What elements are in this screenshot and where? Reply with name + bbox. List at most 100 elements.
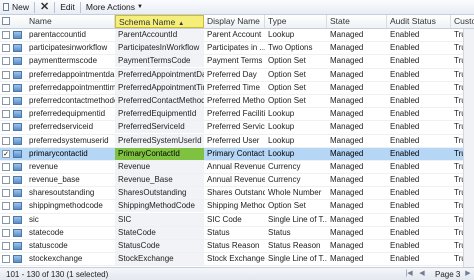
row-checkbox[interactable] bbox=[2, 136, 10, 145]
cell-state: Managed bbox=[330, 148, 364, 158]
row-checkbox[interactable] bbox=[2, 57, 10, 66]
column-header-type[interactable]: Type bbox=[265, 15, 327, 28]
row-checkbox[interactable] bbox=[2, 202, 10, 211]
cell-name: participatesinworkflow bbox=[29, 43, 108, 53]
cell-audit: Enabled bbox=[390, 201, 420, 211]
table-row[interactable]: preferredappointmentda... PreferredAppoin… bbox=[0, 68, 463, 82]
column-header-state[interactable]: State bbox=[327, 15, 387, 28]
row-checkbox[interactable] bbox=[2, 162, 10, 171]
cell-type: Option Set bbox=[268, 201, 306, 211]
toolbar: New ✕ Edit More Actions ▼ bbox=[0, 0, 474, 15]
cell-custom: True bbox=[454, 201, 463, 211]
cell-type: Status Reason bbox=[268, 241, 321, 250]
cell-state: Managed bbox=[330, 201, 364, 211]
table-row[interactable]: participatesinworkflow ParticipatesInWork… bbox=[0, 42, 463, 56]
cell-name: parentaccountid bbox=[29, 30, 86, 39]
cell-state: Managed bbox=[330, 95, 364, 105]
column-header-audit-status[interactable]: Audit Status bbox=[387, 15, 451, 28]
column-header-name[interactable]: Name bbox=[26, 15, 115, 28]
cell-name: sic bbox=[29, 214, 39, 224]
cell-type: Lookup bbox=[268, 30, 295, 39]
table-row[interactable]: sharesoutstanding SharesOutstanding Shares… bbox=[0, 187, 463, 201]
edit-button[interactable]: Edit bbox=[57, 0, 78, 14]
row-checkbox[interactable] bbox=[2, 31, 10, 39]
row-checkbox[interactable] bbox=[2, 44, 10, 53]
table-row[interactable]: preferredsystemuserid PreferredSystemUser… bbox=[0, 134, 463, 148]
row-checkbox[interactable] bbox=[2, 242, 10, 250]
cell-name: preferredserviceid bbox=[29, 122, 94, 132]
cell-audit: Enabled bbox=[390, 30, 420, 39]
cell-state: Managed bbox=[330, 254, 364, 264]
table-row[interactable]: paymenttermscode PaymentTermsCode Payment … bbox=[0, 55, 463, 69]
table-row[interactable]: statuscode StatusCode Status Reason Status … bbox=[0, 240, 463, 254]
cell-display: Annual Revenue bbox=[207, 161, 265, 171]
row-checkbox[interactable] bbox=[2, 255, 10, 264]
row-checkbox[interactable]: ✓ bbox=[2, 149, 10, 158]
cell-schema: PreferredContactMethod... bbox=[115, 94, 204, 107]
more-actions-button[interactable]: More Actions ▼ bbox=[83, 0, 146, 14]
edit-label: Edit bbox=[60, 2, 75, 12]
row-checkbox[interactable] bbox=[2, 123, 10, 132]
cell-custom: True bbox=[454, 175, 463, 185]
column-header-schema-name-label: Schema Name bbox=[119, 17, 176, 27]
cell-type: Currency bbox=[268, 175, 301, 185]
row-checkbox[interactable] bbox=[2, 83, 10, 92]
table-row[interactable]: shippingmethodcode ShippingMethodCode Ship… bbox=[0, 200, 463, 214]
cell-audit: Enabled bbox=[390, 188, 420, 198]
row-checkbox[interactable] bbox=[2, 70, 10, 79]
cell-schema: StateCode bbox=[115, 226, 204, 239]
vertical-scrollbar[interactable] bbox=[463, 29, 474, 267]
cell-display: Stock Exchange bbox=[207, 254, 265, 264]
cell-audit: Enabled bbox=[390, 122, 420, 132]
cell-name: stockexchange bbox=[29, 254, 83, 264]
table-row[interactable]: preferredequipmentid PreferredEquipmentId… bbox=[0, 108, 463, 122]
cell-display: Status bbox=[207, 227, 230, 237]
column-header-schema-name[interactable]: Schema Name ▲ bbox=[115, 15, 204, 28]
select-all-checkbox[interactable] bbox=[2, 17, 10, 25]
cell-type: Status bbox=[268, 227, 291, 237]
table-row[interactable]: stockexchange StockExchange Stock Exchange… bbox=[0, 253, 463, 267]
cell-name: statecode bbox=[29, 227, 64, 237]
cell-type: Single Line of T... bbox=[268, 254, 327, 264]
delete-button[interactable]: ✕ bbox=[37, 0, 52, 14]
row-checkbox[interactable] bbox=[2, 215, 10, 224]
cell-schema: PreferredEquipmentId bbox=[115, 108, 204, 121]
column-header-custom-label: Custo bbox=[454, 16, 474, 26]
row-checkbox[interactable] bbox=[2, 110, 10, 119]
chevron-down-icon: ▼ bbox=[137, 4, 143, 10]
cell-display: Parent Account bbox=[207, 30, 262, 39]
table-row[interactable]: ✓ primarycontactid PrimaryContactId Primary… bbox=[0, 147, 463, 161]
cell-audit: Enabled bbox=[390, 56, 420, 66]
cell-custom: True bbox=[454, 82, 463, 92]
cell-display: Preferred User bbox=[207, 135, 260, 145]
table-row[interactable]: revenue_base Revenue_BaseAnnual Revenue .… bbox=[0, 174, 463, 188]
row-checkbox[interactable] bbox=[2, 228, 10, 237]
first-page-icon[interactable]: |◀ bbox=[405, 270, 413, 278]
attribute-icon bbox=[13, 228, 22, 237]
attribute-icon bbox=[13, 136, 22, 145]
new-label: New bbox=[12, 2, 30, 12]
previous-page-icon[interactable]: ◀ bbox=[418, 270, 426, 278]
row-checkbox[interactable] bbox=[2, 189, 10, 198]
next-page-icon[interactable]: ▶ bbox=[464, 270, 472, 278]
record-count: 101 - 130 of 130 (1 selected) bbox=[6, 270, 109, 279]
cell-custom: True bbox=[454, 95, 463, 105]
table-row[interactable]: statecode StateCode Status Status Managed Ena… bbox=[0, 226, 463, 240]
attribute-icon bbox=[13, 162, 22, 171]
column-header-custom[interactable]: Custo bbox=[451, 15, 474, 28]
cell-audit: Enabled bbox=[390, 161, 420, 171]
table-row[interactable]: revenue Revenue Annual Revenue Currency Mana… bbox=[0, 160, 463, 175]
cell-audit: Enabled bbox=[390, 109, 420, 119]
table-row[interactable]: preferredappointmenttim... PreferredAppoi… bbox=[0, 81, 463, 95]
row-checkbox[interactable] bbox=[2, 96, 10, 105]
row-checkbox[interactable] bbox=[2, 176, 10, 185]
cell-type: Whole Number bbox=[268, 188, 322, 198]
table-row[interactable]: preferredcontactmethodc...PreferredConta… bbox=[0, 94, 463, 109]
table-row[interactable]: preferredserviceid PreferredServiceId Pref… bbox=[0, 121, 463, 135]
table-row[interactable]: parentaccountid ParentAccountId Parent Acc… bbox=[0, 29, 463, 43]
table-row[interactable]: sic SIC SIC Code Single Line of T... Managed… bbox=[0, 213, 463, 227]
new-button[interactable]: New bbox=[0, 0, 32, 14]
cell-audit: Enabled bbox=[390, 148, 420, 158]
column-header-display-name[interactable]: Display Name bbox=[204, 15, 265, 28]
cell-custom: True bbox=[454, 254, 463, 264]
